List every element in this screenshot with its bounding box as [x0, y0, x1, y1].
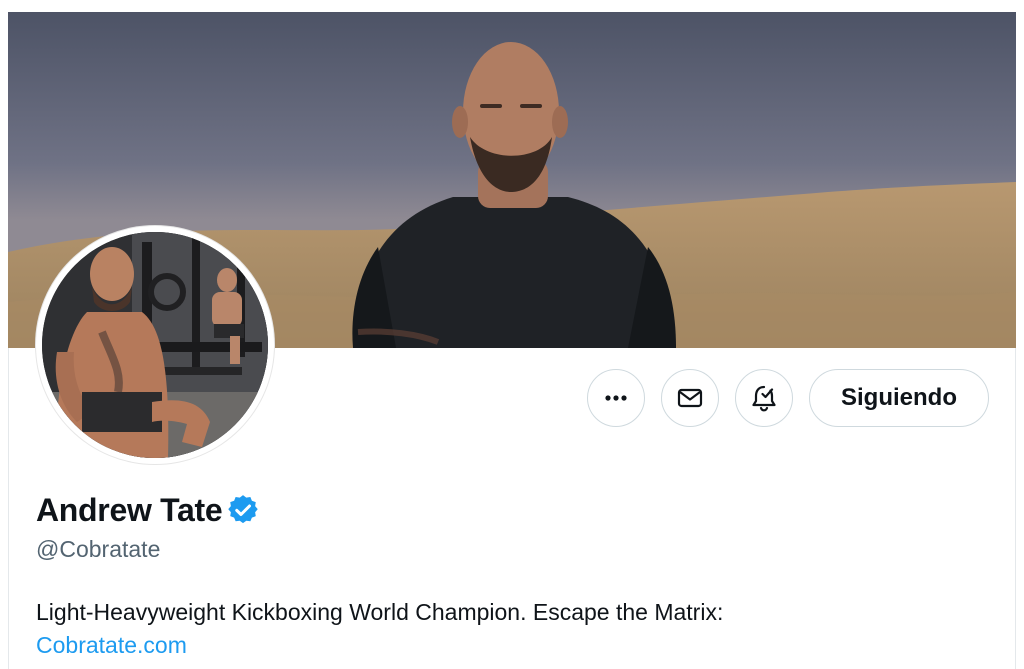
notifications-button[interactable]	[735, 369, 793, 427]
card-right-border	[1015, 348, 1016, 669]
profile-bio: Light-Heavyweight Kickboxing World Champ…	[36, 596, 996, 662]
more-horizontal-icon	[605, 395, 627, 401]
bio-link[interactable]: Cobratate.com	[36, 632, 187, 658]
card-left-border	[8, 348, 9, 669]
display-name: Andrew Tate	[36, 491, 223, 528]
name-row: Andrew Tate	[36, 490, 259, 530]
verified-badge-icon[interactable]	[228, 495, 259, 525]
more-button[interactable]	[587, 369, 645, 427]
avatar-photo	[42, 232, 268, 458]
envelope-icon	[677, 388, 703, 408]
profile-avatar[interactable]	[36, 226, 274, 464]
message-button[interactable]	[661, 369, 719, 427]
following-button[interactable]: Siguiendo	[809, 369, 989, 427]
profile-page: Siguiendo Andrew Tate @Cobratate Light-H…	[0, 0, 1024, 669]
bell-check-icon	[752, 385, 776, 412]
profile-handle: @Cobratate	[36, 536, 161, 562]
bio-text: Light-Heavyweight Kickboxing World Champ…	[36, 599, 724, 625]
